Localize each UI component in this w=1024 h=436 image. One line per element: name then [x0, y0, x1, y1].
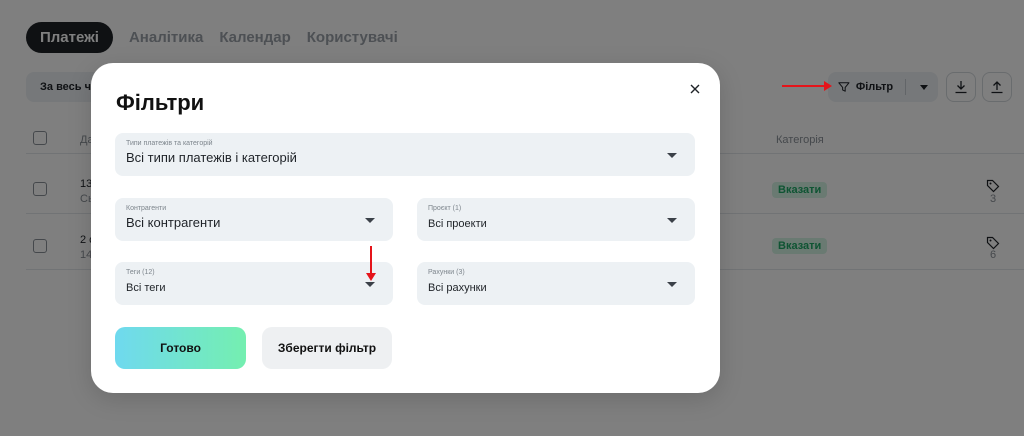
- close-button[interactable]: [687, 81, 703, 97]
- field-label: Рахунки (3): [428, 269, 465, 276]
- done-button[interactable]: Готово: [115, 327, 246, 369]
- annotation-arrow: [782, 81, 832, 91]
- field-value: Всі контрагенти: [126, 215, 221, 230]
- accounts-select[interactable]: Рахунки (3) Всі рахунки: [417, 262, 695, 305]
- tags-select[interactable]: Теги (12) Всі теги: [115, 262, 393, 305]
- chevron-down-icon: [667, 217, 677, 223]
- save-filter-button[interactable]: Зберегти фільтр: [262, 327, 392, 369]
- annotation-arrow: [366, 246, 376, 281]
- payment-types-select[interactable]: Типи платежів та категорій Всі типи плат…: [115, 133, 695, 176]
- field-value: Всі типи платежів і категорій: [126, 150, 297, 165]
- dialog-title: Фільтри: [116, 90, 205, 115]
- counterparties-select[interactable]: Контрагенти Всі контрагенти: [115, 198, 393, 241]
- field-value: Всі рахунки: [428, 282, 487, 294]
- filters-dialog: Фільтри Типи платежів та категорій Всі т…: [91, 63, 720, 393]
- close-icon: [690, 84, 700, 94]
- field-value: Всі проекти: [428, 218, 487, 230]
- field-label: Проєкт (1): [428, 205, 462, 212]
- chevron-down-icon: [365, 281, 375, 287]
- chevron-down-icon: [667, 152, 677, 158]
- field-label: Контрагенти: [126, 205, 167, 212]
- field-label: Теги (12): [126, 269, 155, 276]
- field-value: Всі теги: [126, 282, 166, 294]
- chevron-down-icon: [667, 281, 677, 287]
- field-label: Типи платежів та категорій: [126, 140, 213, 147]
- chevron-down-icon: [365, 217, 375, 223]
- project-select[interactable]: Проєкт (1) Всі проекти: [417, 198, 695, 241]
